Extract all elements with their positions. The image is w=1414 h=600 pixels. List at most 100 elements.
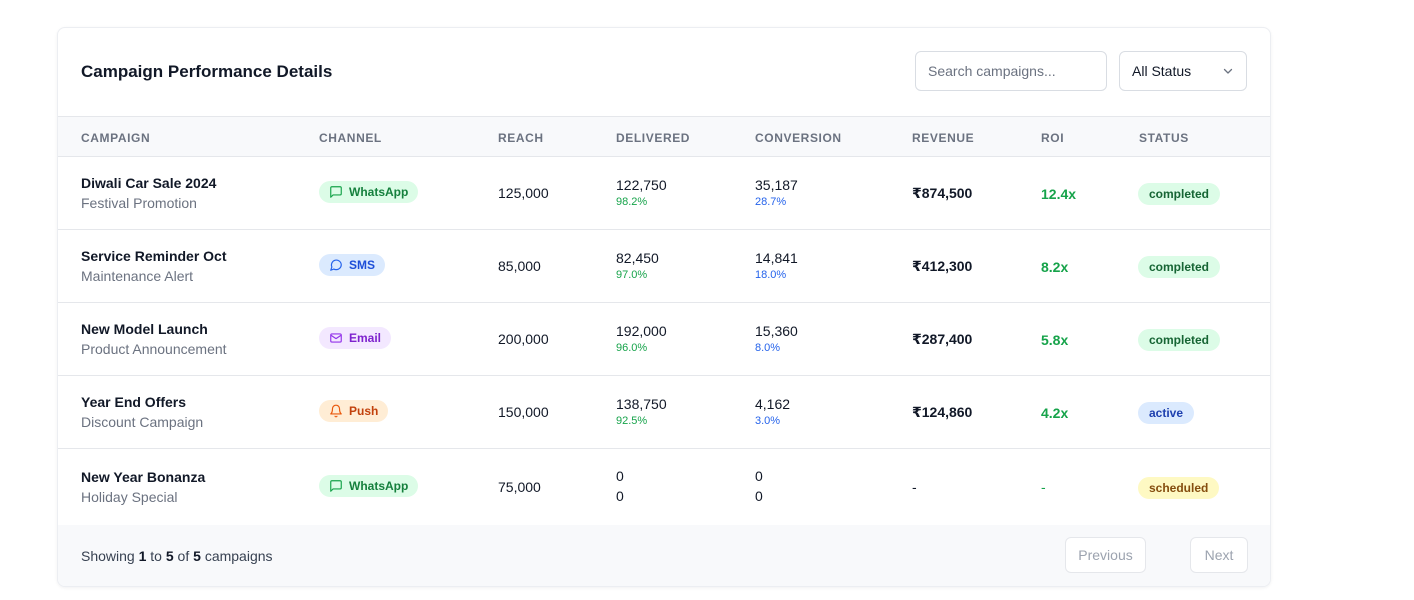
status-filter-select[interactable]: All Status xyxy=(1119,51,1247,91)
status-badge: completed xyxy=(1138,256,1221,278)
conversion-percent: 8.0% xyxy=(755,342,781,354)
revenue-value: ₹874,500 xyxy=(912,185,973,201)
message-square-icon xyxy=(330,186,342,198)
status-badge: active xyxy=(1138,402,1195,424)
conversion-value: 14,841 xyxy=(755,250,798,266)
conversion-cell: 4,162 3.0% xyxy=(755,396,790,427)
table-footer: Showing 1 to 5 of 5 campaigns Previous N… xyxy=(58,525,1270,586)
delivered-value: 122,750 xyxy=(616,177,667,193)
delivered-cell: 0 0 xyxy=(616,468,624,504)
revenue-value: ₹412,300 xyxy=(912,258,973,274)
next-button[interactable]: Next xyxy=(1190,537,1248,573)
campaign-cell: New Model Launch Product Announcement xyxy=(81,321,227,357)
search-input[interactable] xyxy=(915,51,1107,91)
campaign-cell: New Year Bonanza Holiday Special xyxy=(81,469,205,505)
delivered-percent: 98.2% xyxy=(616,196,648,208)
channel-badge: Push xyxy=(319,400,389,422)
campaign-type: Maintenance Alert xyxy=(81,268,194,284)
roi-value: - xyxy=(1041,479,1046,495)
revenue-value: - xyxy=(912,479,917,495)
reach-value: 125,000 xyxy=(498,185,549,201)
conversion-value: 0 xyxy=(755,468,763,484)
delivered-percent: 92.5% xyxy=(616,415,648,427)
bell-icon xyxy=(330,404,342,418)
table-row[interactable]: New Year Bonanza Holiday Special WhatsAp… xyxy=(58,449,1270,526)
delivered-value: 138,750 xyxy=(616,396,667,412)
conversion-cell: 15,360 8.0% xyxy=(755,323,798,354)
channel-label: SMS xyxy=(349,258,376,272)
channel-badge: SMS xyxy=(319,254,386,276)
conversion-value: 4,162 xyxy=(755,396,791,412)
conversion-cell: 35,187 28.7% xyxy=(755,177,798,208)
conversion-percent: 18.0% xyxy=(755,269,787,281)
conversion-percent: 3.0% xyxy=(755,415,781,427)
column-header-channel[interactable]: CHANNEL xyxy=(319,131,382,145)
delivered-value: 0 xyxy=(616,468,624,484)
campaign-type: Festival Promotion xyxy=(81,195,197,211)
message-square-icon xyxy=(330,480,342,492)
showing-to-word: to xyxy=(150,548,162,564)
campaign-type: Discount Campaign xyxy=(81,414,204,430)
table-row[interactable]: Service Reminder Oct Maintenance Alert S… xyxy=(58,230,1270,303)
column-header-campaign[interactable]: CAMPAIGN xyxy=(81,131,150,145)
delivered-percent: 96.0% xyxy=(616,342,648,354)
channel-label: WhatsApp xyxy=(349,479,409,493)
card-header: Campaign Performance Details All Status xyxy=(58,28,1270,116)
delivered-percent: 0 xyxy=(616,488,624,504)
channel-badge: WhatsApp xyxy=(319,475,419,497)
campaign-name: New Year Bonanza xyxy=(81,469,206,485)
column-header-revenue[interactable]: REVENUE xyxy=(912,131,974,145)
table-row[interactable]: Year End Offers Discount Campaign Push 1… xyxy=(58,376,1270,449)
status-filter-value: All Status xyxy=(1132,63,1192,79)
revenue-value: ₹287,400 xyxy=(912,331,973,347)
showing-of-word: of xyxy=(177,548,190,564)
revenue-value: ₹124,860 xyxy=(912,404,973,420)
table-row[interactable]: Diwali Car Sale 2024 Festival Promotion … xyxy=(58,157,1270,230)
roi-value: 12.4x xyxy=(1041,186,1077,202)
roi-value: 5.8x xyxy=(1041,332,1069,348)
showing-total: 5 xyxy=(193,548,201,564)
column-header-status[interactable]: STATUS xyxy=(1139,131,1189,145)
table-header: CAMPAIGN CHANNEL REACH DELIVERED CONVERS… xyxy=(58,116,1270,157)
chevron-down-icon xyxy=(1223,68,1233,74)
campaign-name: Year End Offers xyxy=(81,394,187,410)
reach-value: 150,000 xyxy=(498,404,549,420)
campaign-type: Product Announcement xyxy=(81,341,227,357)
column-header-delivered[interactable]: DELIVERED xyxy=(616,131,690,145)
conversion-cell: 0 0 xyxy=(755,468,763,504)
delivered-value: 82,450 xyxy=(616,250,659,266)
roi-value: 8.2x xyxy=(1041,259,1069,275)
showing-suffix: campaigns xyxy=(204,548,273,564)
table-row[interactable]: New Model Launch Product Announcement Em… xyxy=(58,303,1270,376)
column-header-roi[interactable]: ROI xyxy=(1041,131,1064,145)
delivered-percent: 97.0% xyxy=(616,269,648,281)
reach-value: 85,000 xyxy=(498,258,541,274)
conversion-percent: 0 xyxy=(755,488,763,504)
roi-value: 4.2x xyxy=(1041,405,1069,421)
pagination-summary: Showing 1 to 5 of 5 campaigns xyxy=(81,548,273,564)
channel-badge: WhatsApp xyxy=(319,181,419,203)
column-header-conversion[interactable]: CONVERSION xyxy=(755,131,842,145)
campaign-type: Holiday Special xyxy=(81,489,178,505)
showing-prefix: Showing xyxy=(81,548,135,564)
column-header-reach[interactable]: REACH xyxy=(498,131,544,145)
previous-button[interactable]: Previous xyxy=(1065,537,1146,573)
campaign-cell: Year End Offers Discount Campaign xyxy=(81,394,203,430)
delivered-cell: 138,750 92.5% xyxy=(616,396,667,427)
message-circle-icon xyxy=(330,259,342,271)
showing-to: 5 xyxy=(165,548,174,564)
campaign-cell: Diwali Car Sale 2024 Festival Promotion xyxy=(81,175,216,211)
conversion-value: 35,187 xyxy=(755,177,798,193)
status-badge: completed xyxy=(1138,183,1221,205)
reach-value: 200,000 xyxy=(498,331,549,347)
status-badge: completed xyxy=(1138,329,1221,351)
campaign-name: Service Reminder Oct xyxy=(81,248,227,264)
delivered-cell: 122,750 98.2% xyxy=(616,177,667,208)
delivered-cell: 192,000 96.0% xyxy=(616,323,667,354)
channel-badge: Email xyxy=(319,327,392,349)
campaign-performance-card: Campaign Performance Details All Status … xyxy=(57,27,1271,587)
campaign-cell: Service Reminder Oct Maintenance Alert xyxy=(81,248,227,284)
channel-label: WhatsApp xyxy=(349,185,409,199)
conversion-value: 15,360 xyxy=(755,323,798,339)
status-badge: scheduled xyxy=(1138,477,1220,499)
